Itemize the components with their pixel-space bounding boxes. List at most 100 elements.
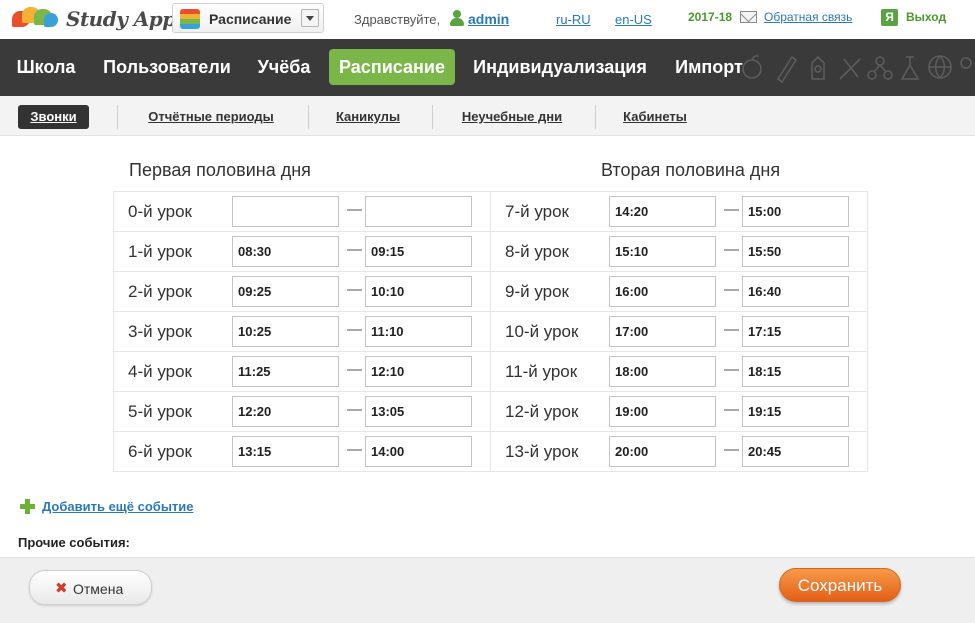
- module-select[interactable]: Расписание: [172, 3, 324, 33]
- cancel-button[interactable]: ✖ Отмена: [29, 570, 152, 605]
- nav-item[interactable]: Школа: [6, 49, 86, 85]
- subnav-tab[interactable]: Кабинеты: [614, 105, 696, 129]
- time-range-dash: —: [347, 241, 362, 258]
- subnav-divider: [117, 105, 118, 129]
- time-range-dash: —: [724, 241, 739, 258]
- app-logo[interactable]: Study Apps: [12, 5, 187, 33]
- lesson-row: 0-й урок —: [114, 192, 490, 232]
- time-range-dash: —: [347, 361, 362, 378]
- lesson-end-input[interactable]: [742, 436, 849, 467]
- speech-bubbles-logo-icon: [12, 7, 60, 31]
- language-ru-link[interactable]: ru-RU: [556, 12, 591, 27]
- lesson-end-input[interactable]: [742, 356, 849, 387]
- subnav-tab[interactable]: Отчётные периоды: [136, 105, 286, 129]
- calendar-grid-icon: [180, 9, 200, 29]
- lesson-end-input[interactable]: [365, 236, 472, 267]
- lesson-start-input[interactable]: [609, 276, 716, 307]
- lesson-end-input[interactable]: [365, 436, 472, 467]
- lesson-start-input[interactable]: [232, 196, 339, 227]
- time-range-dash: —: [347, 401, 362, 418]
- exit-door-icon[interactable]: Я: [881, 9, 898, 26]
- time-range-dash: —: [724, 281, 739, 298]
- sub-navigation: Звонки Отчётные периоды Каникулы Неучебные …: [0, 96, 975, 136]
- nav-item[interactable]: Индивидуализация: [464, 49, 656, 85]
- cancel-button-label: Отмена: [73, 581, 124, 597]
- save-button-label: Сохранить: [797, 576, 883, 595]
- lesson-label: 2-й урок: [128, 282, 192, 301]
- lesson-label: 13-й урок: [505, 442, 579, 461]
- lesson-row: 13-й урок —: [491, 432, 867, 472]
- nav-item[interactable]: Пользователи: [96, 49, 238, 85]
- lesson-row: 1-й урок —: [114, 232, 490, 272]
- time-range-dash: —: [724, 321, 739, 338]
- lesson-row: 7-й урок —: [491, 192, 867, 232]
- lesson-label: 5-й урок: [128, 402, 192, 421]
- lesson-end-input[interactable]: [365, 316, 472, 347]
- lesson-row: 8-й урок —: [491, 232, 867, 272]
- time-range-dash: —: [347, 201, 362, 218]
- footer-bar: ✖ Отмена Сохранить: [0, 557, 975, 623]
- lesson-end-input[interactable]: [365, 356, 472, 387]
- add-event-label[interactable]: Добавить ещё событие: [42, 499, 194, 514]
- nav-item[interactable]: Учёба: [250, 49, 318, 85]
- lesson-row: 12-й урок —: [491, 392, 867, 432]
- subnav-tab[interactable]: Неучебные дни: [452, 105, 572, 129]
- time-range-dash: —: [724, 441, 739, 458]
- lesson-row: 4-й урок —: [114, 352, 490, 392]
- lesson-start-input[interactable]: [609, 196, 716, 227]
- subnav-tab[interactable]: Звонки: [18, 105, 89, 129]
- lesson-label: 12-й урок: [505, 402, 579, 421]
- lesson-end-input[interactable]: [742, 236, 849, 267]
- subnav-tab[interactable]: Каникулы: [328, 105, 408, 129]
- lesson-label: 7-й урок: [505, 202, 569, 221]
- time-range-dash: —: [724, 361, 739, 378]
- lesson-end-input[interactable]: [742, 276, 849, 307]
- lesson-row: 11-й урок —: [491, 352, 867, 392]
- time-range-dash: —: [724, 401, 739, 418]
- nav-item[interactable]: Расписание: [329, 49, 455, 85]
- nav-item[interactable]: Импорт: [667, 49, 751, 85]
- brand-name: Study Apps: [66, 7, 187, 31]
- lesson-start-input[interactable]: [232, 316, 339, 347]
- time-range-dash: —: [724, 201, 739, 218]
- plus-icon: [20, 499, 35, 514]
- school-doodles-decoration: [742, 54, 972, 83]
- time-range-dash: —: [347, 281, 362, 298]
- lesson-end-input[interactable]: [742, 316, 849, 347]
- lesson-end-input[interactable]: [365, 396, 472, 427]
- lesson-start-input[interactable]: [609, 236, 716, 267]
- lesson-start-input[interactable]: [232, 236, 339, 267]
- lesson-start-input[interactable]: [609, 436, 716, 467]
- chevron-down-icon[interactable]: [301, 9, 319, 27]
- lesson-end-input[interactable]: [742, 396, 849, 427]
- first-half-schedule: 0-й урок—1-й урок—2-й урок—3-й урок—4-й …: [113, 191, 491, 472]
- feedback-link[interactable]: Обратная связь: [764, 10, 852, 24]
- lesson-start-input[interactable]: [232, 276, 339, 307]
- lesson-start-input[interactable]: [232, 436, 339, 467]
- lesson-start-input[interactable]: [232, 396, 339, 427]
- language-en-link[interactable]: en-US: [615, 12, 652, 27]
- lesson-end-input[interactable]: [742, 196, 849, 227]
- subnav-divider: [308, 105, 309, 129]
- lesson-row: 2-й урок —: [114, 272, 490, 312]
- save-button[interactable]: Сохранить: [779, 568, 901, 602]
- lesson-label: 10-й урок: [505, 322, 579, 341]
- lesson-end-input[interactable]: [365, 196, 472, 227]
- lesson-end-input[interactable]: [365, 276, 472, 307]
- lesson-label: 11-й урок: [505, 362, 578, 381]
- lesson-start-input[interactable]: [609, 396, 716, 427]
- username-link[interactable]: admin: [468, 11, 509, 27]
- first-half-title: Первая половина дня: [129, 160, 311, 180]
- time-range-dash: —: [347, 321, 362, 338]
- lesson-row: 6-й урок —: [114, 432, 490, 472]
- lesson-start-input[interactable]: [609, 356, 716, 387]
- lesson-start-input[interactable]: [609, 316, 716, 347]
- lesson-label: 1-й урок: [128, 242, 192, 261]
- lesson-row: 3-й урок —: [114, 312, 490, 352]
- lesson-label: 3-й урок: [128, 322, 192, 341]
- lesson-row: 9-й урок —: [491, 272, 867, 312]
- module-select-value: Расписание: [209, 11, 292, 27]
- lesson-label: 9-й урок: [505, 282, 569, 301]
- exit-link[interactable]: Выход: [906, 10, 946, 24]
- lesson-start-input[interactable]: [232, 356, 339, 387]
